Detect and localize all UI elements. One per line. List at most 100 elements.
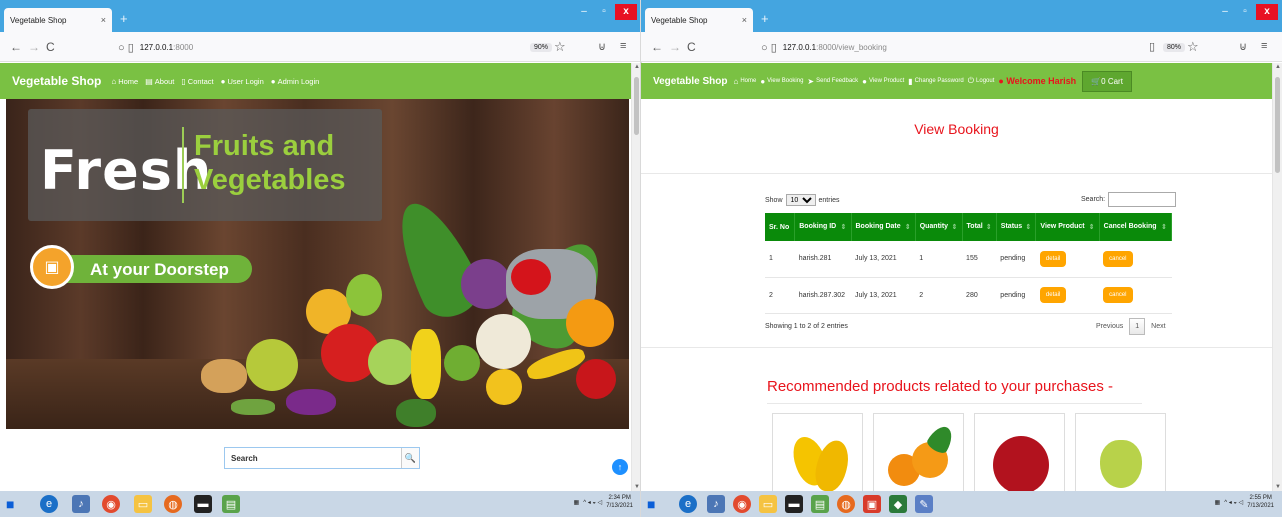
firefox-icon[interactable]: ◍ bbox=[164, 495, 182, 513]
pocket-icon[interactable]: ⊍ bbox=[1239, 40, 1247, 53]
col-sr-no[interactable]: Sr. No bbox=[765, 213, 796, 241]
chrome-icon[interactable]: ◉ bbox=[733, 495, 751, 513]
product-card-pomegranate[interactable] bbox=[974, 413, 1065, 491]
col-quantity[interactable]: Quantity ⇕ bbox=[915, 213, 963, 241]
detail-button[interactable]: detail bbox=[1039, 250, 1067, 267]
firefox-icon[interactable]: ◍ bbox=[837, 495, 855, 513]
back-icon[interactable]: ← bbox=[651, 40, 663, 54]
cart-button[interactable]: 🛒0 Cart bbox=[1082, 70, 1132, 92]
tray-icons[interactable]: ^ ◂ ◒ ◁ bbox=[1224, 499, 1243, 506]
tab-close-icon[interactable]: × bbox=[101, 15, 106, 25]
nav-view-booking[interactable]: ● View Booking bbox=[760, 77, 803, 86]
nav-change-password[interactable]: ▮ Change Password bbox=[908, 77, 963, 86]
cancel-button[interactable]: cancel bbox=[1103, 287, 1133, 303]
product-card-grapes[interactable] bbox=[1075, 413, 1166, 491]
minimize-icon[interactable]: – bbox=[575, 4, 593, 20]
paint-icon[interactable]: ✎ bbox=[915, 495, 933, 513]
back-icon[interactable]: ← bbox=[10, 40, 22, 54]
file-explorer-icon[interactable]: ▭ bbox=[134, 495, 152, 513]
brand-logo[interactable]: Vegetable Shop bbox=[653, 76, 727, 87]
browser-tab[interactable]: Vegetable Shop × bbox=[645, 8, 753, 32]
pocket-icon[interactable]: ⊍ bbox=[598, 40, 606, 53]
search-icon[interactable]: 🔍 bbox=[401, 448, 419, 468]
col-total[interactable]: Total ⇕ bbox=[962, 213, 997, 241]
page-1-button[interactable]: 1 bbox=[1129, 318, 1146, 335]
keyboard-icon[interactable]: ▦ bbox=[574, 499, 580, 506]
forward-icon[interactable]: → bbox=[28, 40, 40, 54]
keyboard-icon[interactable]: ▦ bbox=[1215, 499, 1221, 506]
col-view-product[interactable]: View Product ⇕ bbox=[1035, 213, 1100, 241]
nav-user-login[interactable]: ● User Login bbox=[221, 77, 264, 86]
edge-icon[interactable]: e bbox=[40, 495, 58, 513]
nav-send-feedback[interactable]: ➤ Send Feedback bbox=[807, 77, 858, 86]
scroll-thumb[interactable] bbox=[634, 77, 639, 135]
nav-home[interactable]: ⌂ Home bbox=[733, 77, 756, 86]
forward-icon[interactable]: → bbox=[669, 40, 681, 54]
reload-icon[interactable]: C bbox=[687, 40, 696, 54]
scroll-thumb[interactable] bbox=[1275, 77, 1280, 173]
window-close-icon[interactable]: x bbox=[615, 4, 637, 20]
new-tab-icon[interactable]: + bbox=[120, 12, 128, 25]
bookmark-star-icon[interactable]: ☆ bbox=[554, 39, 566, 55]
nav-admin-login[interactable]: ● Admin Login bbox=[271, 77, 320, 86]
nav-contact[interactable]: ▯ Contact bbox=[181, 77, 213, 86]
zoom-level[interactable]: 90% bbox=[530, 43, 553, 52]
brand-logo[interactable]: Vegetable Shop bbox=[12, 74, 101, 88]
page-info-icon[interactable]: ○ ▯ bbox=[118, 41, 134, 54]
window-close-icon[interactable]: x bbox=[1256, 4, 1278, 20]
reload-icon[interactable]: C bbox=[46, 40, 55, 54]
table-search-input[interactable] bbox=[1108, 192, 1177, 207]
previous-button[interactable]: Previous bbox=[1096, 323, 1123, 330]
product-card-mango[interactable] bbox=[772, 413, 863, 491]
col-cancel-booking[interactable]: Cancel Booking ⇕ bbox=[1099, 213, 1173, 241]
clock[interactable]: 2:34 PM 7/13/2021 bbox=[606, 494, 633, 510]
new-tab-icon[interactable]: + bbox=[761, 12, 769, 25]
windows-start-icon[interactable]: ■ bbox=[647, 496, 655, 512]
clock[interactable]: 2:55 PM 7/13/2021 bbox=[1247, 494, 1274, 510]
address-bar[interactable]: ○ ▯ 127.0.0.1 :8000 bbox=[118, 36, 518, 58]
col-booking-date[interactable]: Booking Date ⇕ bbox=[851, 213, 916, 241]
file-explorer-icon[interactable]: ▭ bbox=[759, 495, 777, 513]
scroll-up-icon[interactable]: ▲ bbox=[1275, 64, 1281, 70]
pdf-icon[interactable]: ▣ bbox=[863, 495, 881, 513]
product-card-orange[interactable] bbox=[873, 413, 964, 491]
zoom-level[interactable]: 80% bbox=[1163, 43, 1186, 52]
nav-about[interactable]: ▤ About bbox=[145, 77, 174, 86]
nav-home[interactable]: ⌂ Home bbox=[111, 77, 138, 86]
next-button[interactable]: Next bbox=[1151, 323, 1165, 330]
app-icon[interactable]: ♪ bbox=[72, 495, 90, 513]
address-bar[interactable]: ○ ▯ 127.0.0.1 :8000/view_booking bbox=[761, 36, 1131, 58]
page-length-select[interactable]: 10 bbox=[785, 194, 816, 206]
windows-start-icon[interactable]: ■ bbox=[6, 496, 14, 512]
maximize-icon[interactable]: ▫ bbox=[595, 4, 613, 20]
edge-icon[interactable]: e bbox=[679, 495, 697, 513]
chrome-icon[interactable]: ◉ bbox=[102, 495, 120, 513]
menu-icon[interactable]: ≡ bbox=[620, 40, 626, 52]
col-booking-id[interactable]: Booking ID ⇕ bbox=[794, 213, 852, 241]
browser-tab[interactable]: Vegetable Shop × bbox=[4, 8, 112, 32]
maximize-icon[interactable]: ▫ bbox=[1236, 4, 1254, 20]
terminal-icon[interactable]: ▬ bbox=[194, 495, 212, 513]
detail-button[interactable]: detail bbox=[1039, 287, 1067, 303]
nav-logout[interactable]: ⏻ Logout bbox=[968, 76, 995, 86]
reader-view-icon[interactable]: ▯ bbox=[1149, 40, 1155, 53]
bookmark-star-icon[interactable]: ☆ bbox=[1187, 39, 1199, 55]
scroll-to-top-icon[interactable]: ↑ bbox=[612, 459, 628, 475]
search-input[interactable] bbox=[225, 448, 401, 468]
nav-view-product[interactable]: ● View Product bbox=[862, 77, 904, 86]
pycharm-icon[interactable]: ◆ bbox=[889, 495, 907, 513]
minimize-icon[interactable]: – bbox=[1216, 4, 1234, 20]
cancel-button[interactable]: cancel bbox=[1103, 250, 1133, 267]
editor-icon[interactable]: ▤ bbox=[811, 495, 829, 513]
menu-icon[interactable]: ≡ bbox=[1261, 40, 1267, 52]
app-icon[interactable]: ♪ bbox=[707, 495, 725, 513]
terminal-icon[interactable]: ▬ bbox=[785, 495, 803, 513]
page-info-icon[interactable]: ○ ▯ bbox=[761, 41, 777, 54]
editor-icon[interactable]: ▤ bbox=[222, 495, 240, 513]
tab-close-icon[interactable]: × bbox=[742, 15, 747, 25]
tray-icons[interactable]: ^ ◂ ◒ ◁ bbox=[583, 499, 602, 506]
page-scrollbar[interactable]: ▲ ▼ bbox=[1272, 63, 1282, 491]
col-status[interactable]: Status ⇕ bbox=[996, 213, 1037, 241]
hero-fresh-text: Fresh bbox=[40, 139, 213, 202]
scroll-down-icon[interactable]: ▼ bbox=[1275, 484, 1281, 490]
